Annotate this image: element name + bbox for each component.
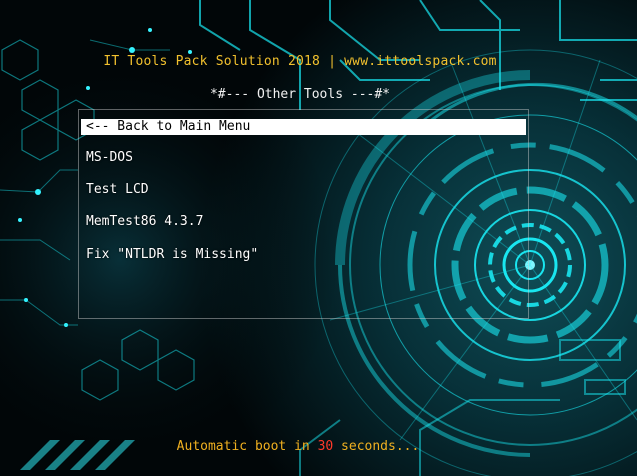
countdown-prefix: Automatic boot in xyxy=(176,439,318,454)
menu-item-back-to-main-menu[interactable]: <-- Back to Main Menu xyxy=(81,119,526,135)
menu-title: *#--- Other Tools ---#* xyxy=(209,87,390,102)
menu-item-test-lcd[interactable]: Test LCD xyxy=(81,182,526,198)
boot-countdown: Automatic boot in 30 seconds... xyxy=(0,438,596,455)
menu-item-ms-dos[interactable]: MS-DOS xyxy=(81,150,526,166)
countdown-seconds: 30 xyxy=(317,439,334,454)
countdown-suffix: seconds... xyxy=(333,439,420,454)
header-title: IT Tools Pack Solution 2018 | www.ittool… xyxy=(103,54,497,69)
menu-item-memtest86[interactable]: MemTest86 4.3.7 xyxy=(81,214,526,230)
menu-item-fix-ntldr[interactable]: Fix "NTLDR is Missing" xyxy=(81,247,526,263)
boot-menu-screen: IT Tools Pack Solution 2018 | www.ittool… xyxy=(0,0,637,476)
